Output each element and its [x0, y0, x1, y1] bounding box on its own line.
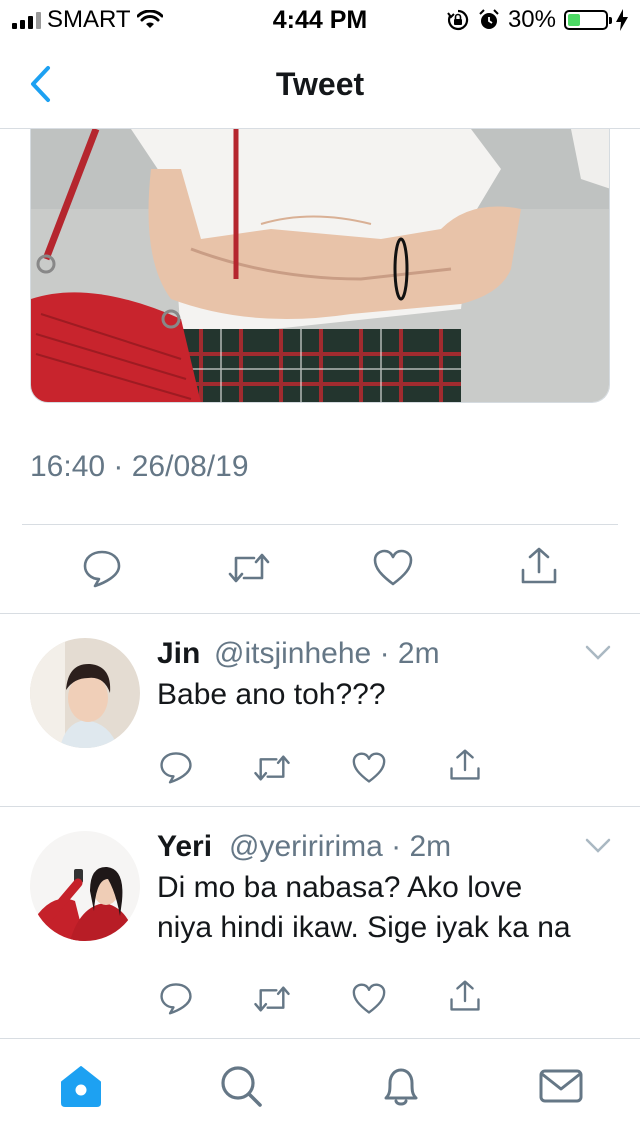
tweet-timestamp: 16:40 · 26/08/19	[30, 450, 249, 483]
divider	[0, 613, 640, 614]
status-bar: SMART 4:44 PM 30%	[0, 0, 640, 40]
retweet-icon[interactable]	[252, 983, 292, 1015]
retweet-icon[interactable]	[252, 752, 292, 784]
share-icon[interactable]	[449, 979, 481, 1013]
charging-icon	[616, 9, 628, 31]
reply-author-handle[interactable]: @yeriririma · 2m	[229, 830, 451, 864]
share-icon[interactable]	[520, 546, 558, 586]
reply-text: Di mo ba nabasa? Ako love niya hindi ika…	[157, 868, 571, 948]
divider	[22, 524, 618, 525]
reply-icon[interactable]	[159, 981, 193, 1015]
like-icon[interactable]	[373, 549, 413, 587]
reply-text-line: Di mo ba nabasa? Ako love	[157, 871, 523, 904]
tweet-media-image[interactable]	[30, 129, 610, 403]
reply-text-line: niya hindi ikaw. Sige iyak ka na	[157, 911, 571, 944]
tab-bar	[0, 1038, 640, 1137]
like-icon[interactable]	[352, 983, 386, 1015]
reply-text: Babe ano toh???	[157, 678, 386, 711]
reply-author-name[interactable]: Yeri	[157, 830, 212, 864]
alarm-icon	[479, 9, 499, 29]
page-title: Tweet	[275, 66, 365, 102]
navigation-bar: Tweet	[0, 40, 640, 129]
reply-icon[interactable]	[159, 750, 193, 784]
home-icon[interactable]	[58, 1063, 104, 1109]
chevron-down-icon[interactable]	[584, 837, 612, 855]
messages-icon[interactable]	[538, 1063, 584, 1109]
avatar[interactable]	[30, 638, 140, 748]
rotation-lock-icon	[447, 9, 469, 31]
battery-percent: 30%	[507, 6, 556, 33]
reply-author-handle[interactable]: @itsjinhehe · 2m	[214, 637, 440, 671]
reply-icon[interactable]	[82, 548, 122, 588]
retweet-icon[interactable]	[226, 550, 272, 586]
divider	[0, 806, 640, 807]
status-right: 30%	[446, 6, 628, 34]
notifications-icon[interactable]	[378, 1063, 424, 1109]
tweet-photo	[31, 129, 609, 402]
search-icon[interactable]	[218, 1063, 264, 1109]
battery-icon	[564, 10, 612, 30]
share-icon[interactable]	[449, 748, 481, 782]
chevron-down-icon[interactable]	[584, 644, 612, 662]
like-icon[interactable]	[352, 752, 386, 784]
reply-author-name[interactable]: Jin	[157, 637, 200, 671]
avatar[interactable]	[30, 831, 140, 941]
